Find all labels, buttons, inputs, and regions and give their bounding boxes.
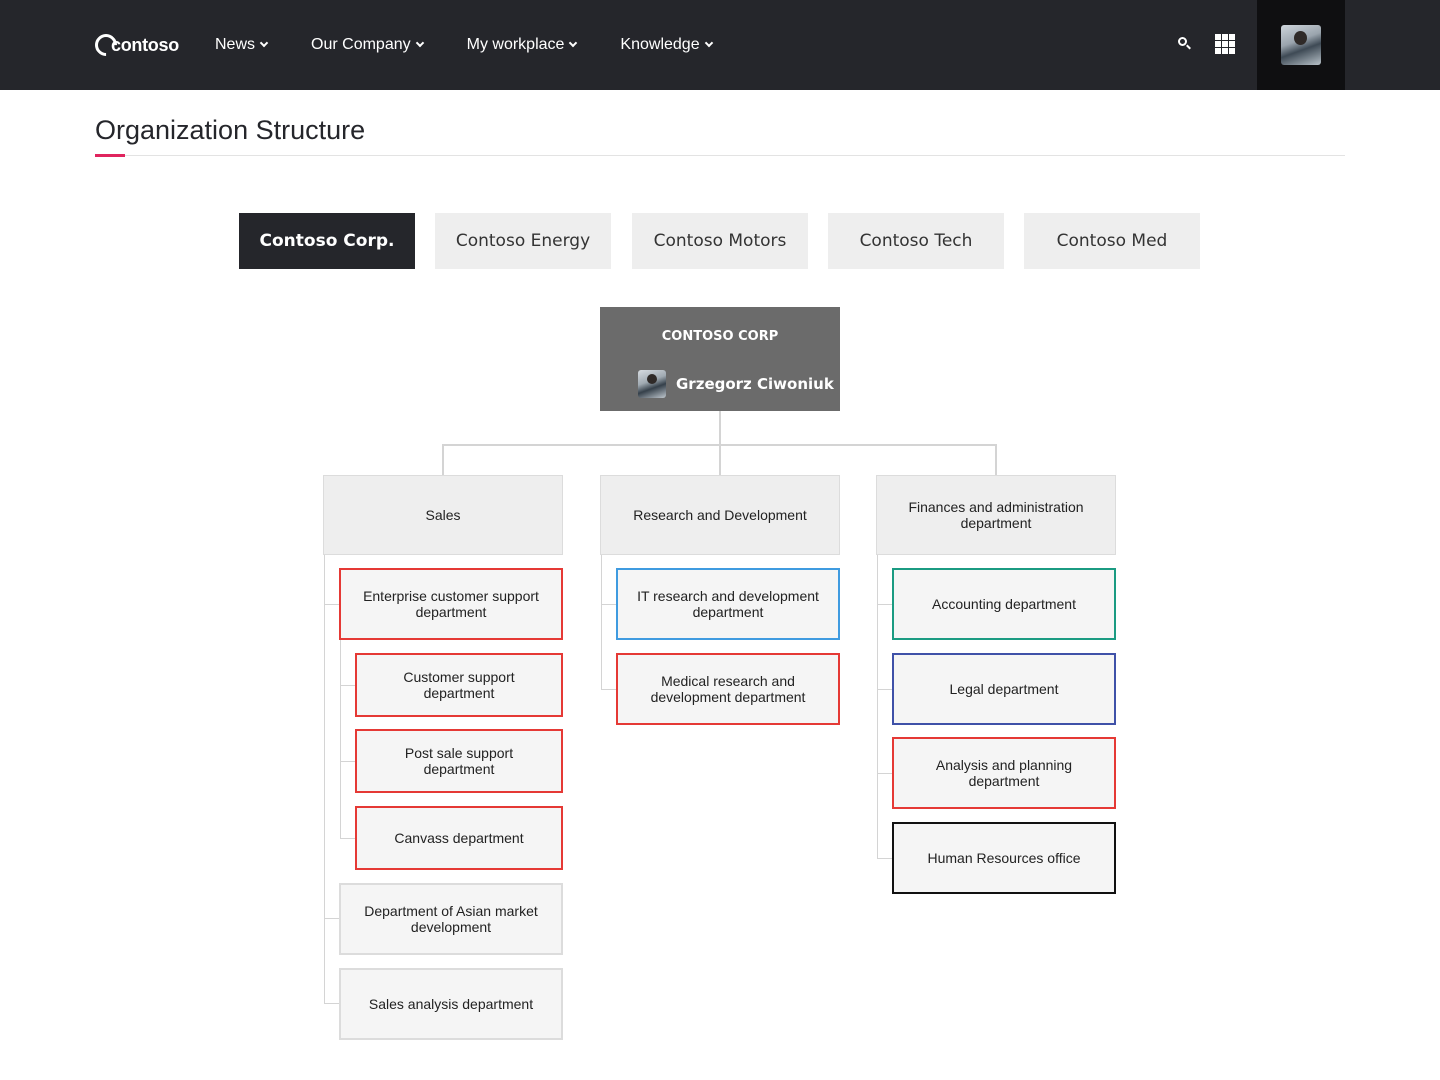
manager-name: Grzegorz Ciwoniuk: [676, 375, 834, 393]
org-root-manager: Grzegorz Ciwoniuk: [638, 370, 834, 398]
nav-item-our-company[interactable]: Our Company: [311, 36, 424, 54]
avatar: [638, 370, 666, 398]
chevron-down-icon: [259, 38, 269, 48]
unit-enterprise-customer-support[interactable]: Enterprise customer support department: [339, 568, 563, 640]
tab-contoso-energy[interactable]: Contoso Energy: [435, 213, 611, 269]
avatar[interactable]: [1281, 25, 1321, 65]
connector-line: [601, 689, 617, 690]
connector-line: [340, 639, 341, 838]
nav-item-label: News: [215, 36, 256, 53]
main-nav: News Our Company My workplace Knowledge: [215, 0, 756, 90]
department-finances-and-administration[interactable]: Finances and administration department: [876, 475, 1116, 555]
title-accent-bar: [95, 154, 125, 157]
nav-item-knowledge[interactable]: Knowledge: [620, 36, 713, 54]
connector-line: [442, 444, 444, 475]
connector-line: [340, 685, 356, 686]
title-divider: [95, 155, 1345, 156]
nav-item-label: My workplace: [466, 36, 565, 53]
connector-line: [877, 689, 893, 690]
unit-post-sale-support[interactable]: Post sale support department: [355, 729, 563, 793]
department-research-and-development[interactable]: Research and Development: [600, 475, 840, 555]
connector-line: [877, 604, 893, 605]
connector-line: [324, 604, 340, 605]
connector-line: [719, 411, 721, 446]
tab-contoso-tech[interactable]: Contoso Tech: [828, 213, 1004, 269]
chevron-down-icon: [704, 38, 713, 48]
chevron-down-icon: [569, 38, 578, 48]
connector-line: [340, 838, 356, 839]
tab-contoso-med[interactable]: Contoso Med: [1024, 213, 1200, 269]
department-sales[interactable]: Sales: [323, 475, 563, 555]
connector-line: [719, 444, 721, 475]
org-root-node[interactable]: CONTOSO CORP Grzegorz Ciwoniuk: [600, 307, 840, 411]
app-launcher-icon[interactable]: [1215, 34, 1235, 54]
unit-accounting[interactable]: Accounting department: [892, 568, 1116, 640]
top-navigation-bar: contoso News Our Company My workplace Kn…: [0, 0, 1440, 90]
unit-medical-research-and-development[interactable]: Medical research and development departm…: [616, 653, 840, 725]
nav-item-news[interactable]: News: [215, 36, 269, 54]
unit-analysis-and-planning[interactable]: Analysis and planning department: [892, 737, 1116, 809]
connector-line: [601, 604, 617, 605]
nav-item-label: Our Company: [311, 36, 411, 53]
chevron-down-icon: [415, 38, 424, 48]
unit-canvass[interactable]: Canvass department: [355, 806, 563, 870]
unit-legal[interactable]: Legal department: [892, 653, 1116, 725]
connector-line: [995, 444, 997, 475]
unit-human-resources[interactable]: Human Resources office: [892, 822, 1116, 894]
connector-line: [340, 761, 356, 762]
connector-line: [324, 1003, 340, 1004]
nav-item-my-workplace[interactable]: My workplace: [466, 36, 578, 54]
org-root-title: CONTOSO CORP: [661, 329, 779, 344]
connector-line: [877, 858, 893, 859]
connector-line: [324, 918, 340, 919]
page-title: Organization Structure: [95, 115, 366, 145]
connector-line: [601, 555, 602, 689]
tab-contoso-motors[interactable]: Contoso Motors: [632, 213, 808, 269]
contoso-logo[interactable]: contoso: [90, 29, 179, 61]
connector-line: [324, 555, 325, 1004]
logo-text: contoso: [111, 34, 179, 55]
tab-contoso-corp[interactable]: Contoso Corp.: [239, 213, 415, 269]
nav-item-label: Knowledge: [620, 36, 700, 53]
unit-customer-support[interactable]: Customer support department: [355, 653, 563, 717]
unit-sales-analysis[interactable]: Sales analysis department: [339, 968, 563, 1040]
user-menu: [1257, 0, 1345, 90]
unit-asian-market-development[interactable]: Department of Asian market development: [339, 883, 563, 955]
connector-line: [877, 555, 878, 858]
unit-it-research-and-development[interactable]: IT research and development department: [616, 568, 840, 640]
connector-line: [877, 773, 893, 774]
search-icon[interactable]: [1178, 37, 1192, 51]
